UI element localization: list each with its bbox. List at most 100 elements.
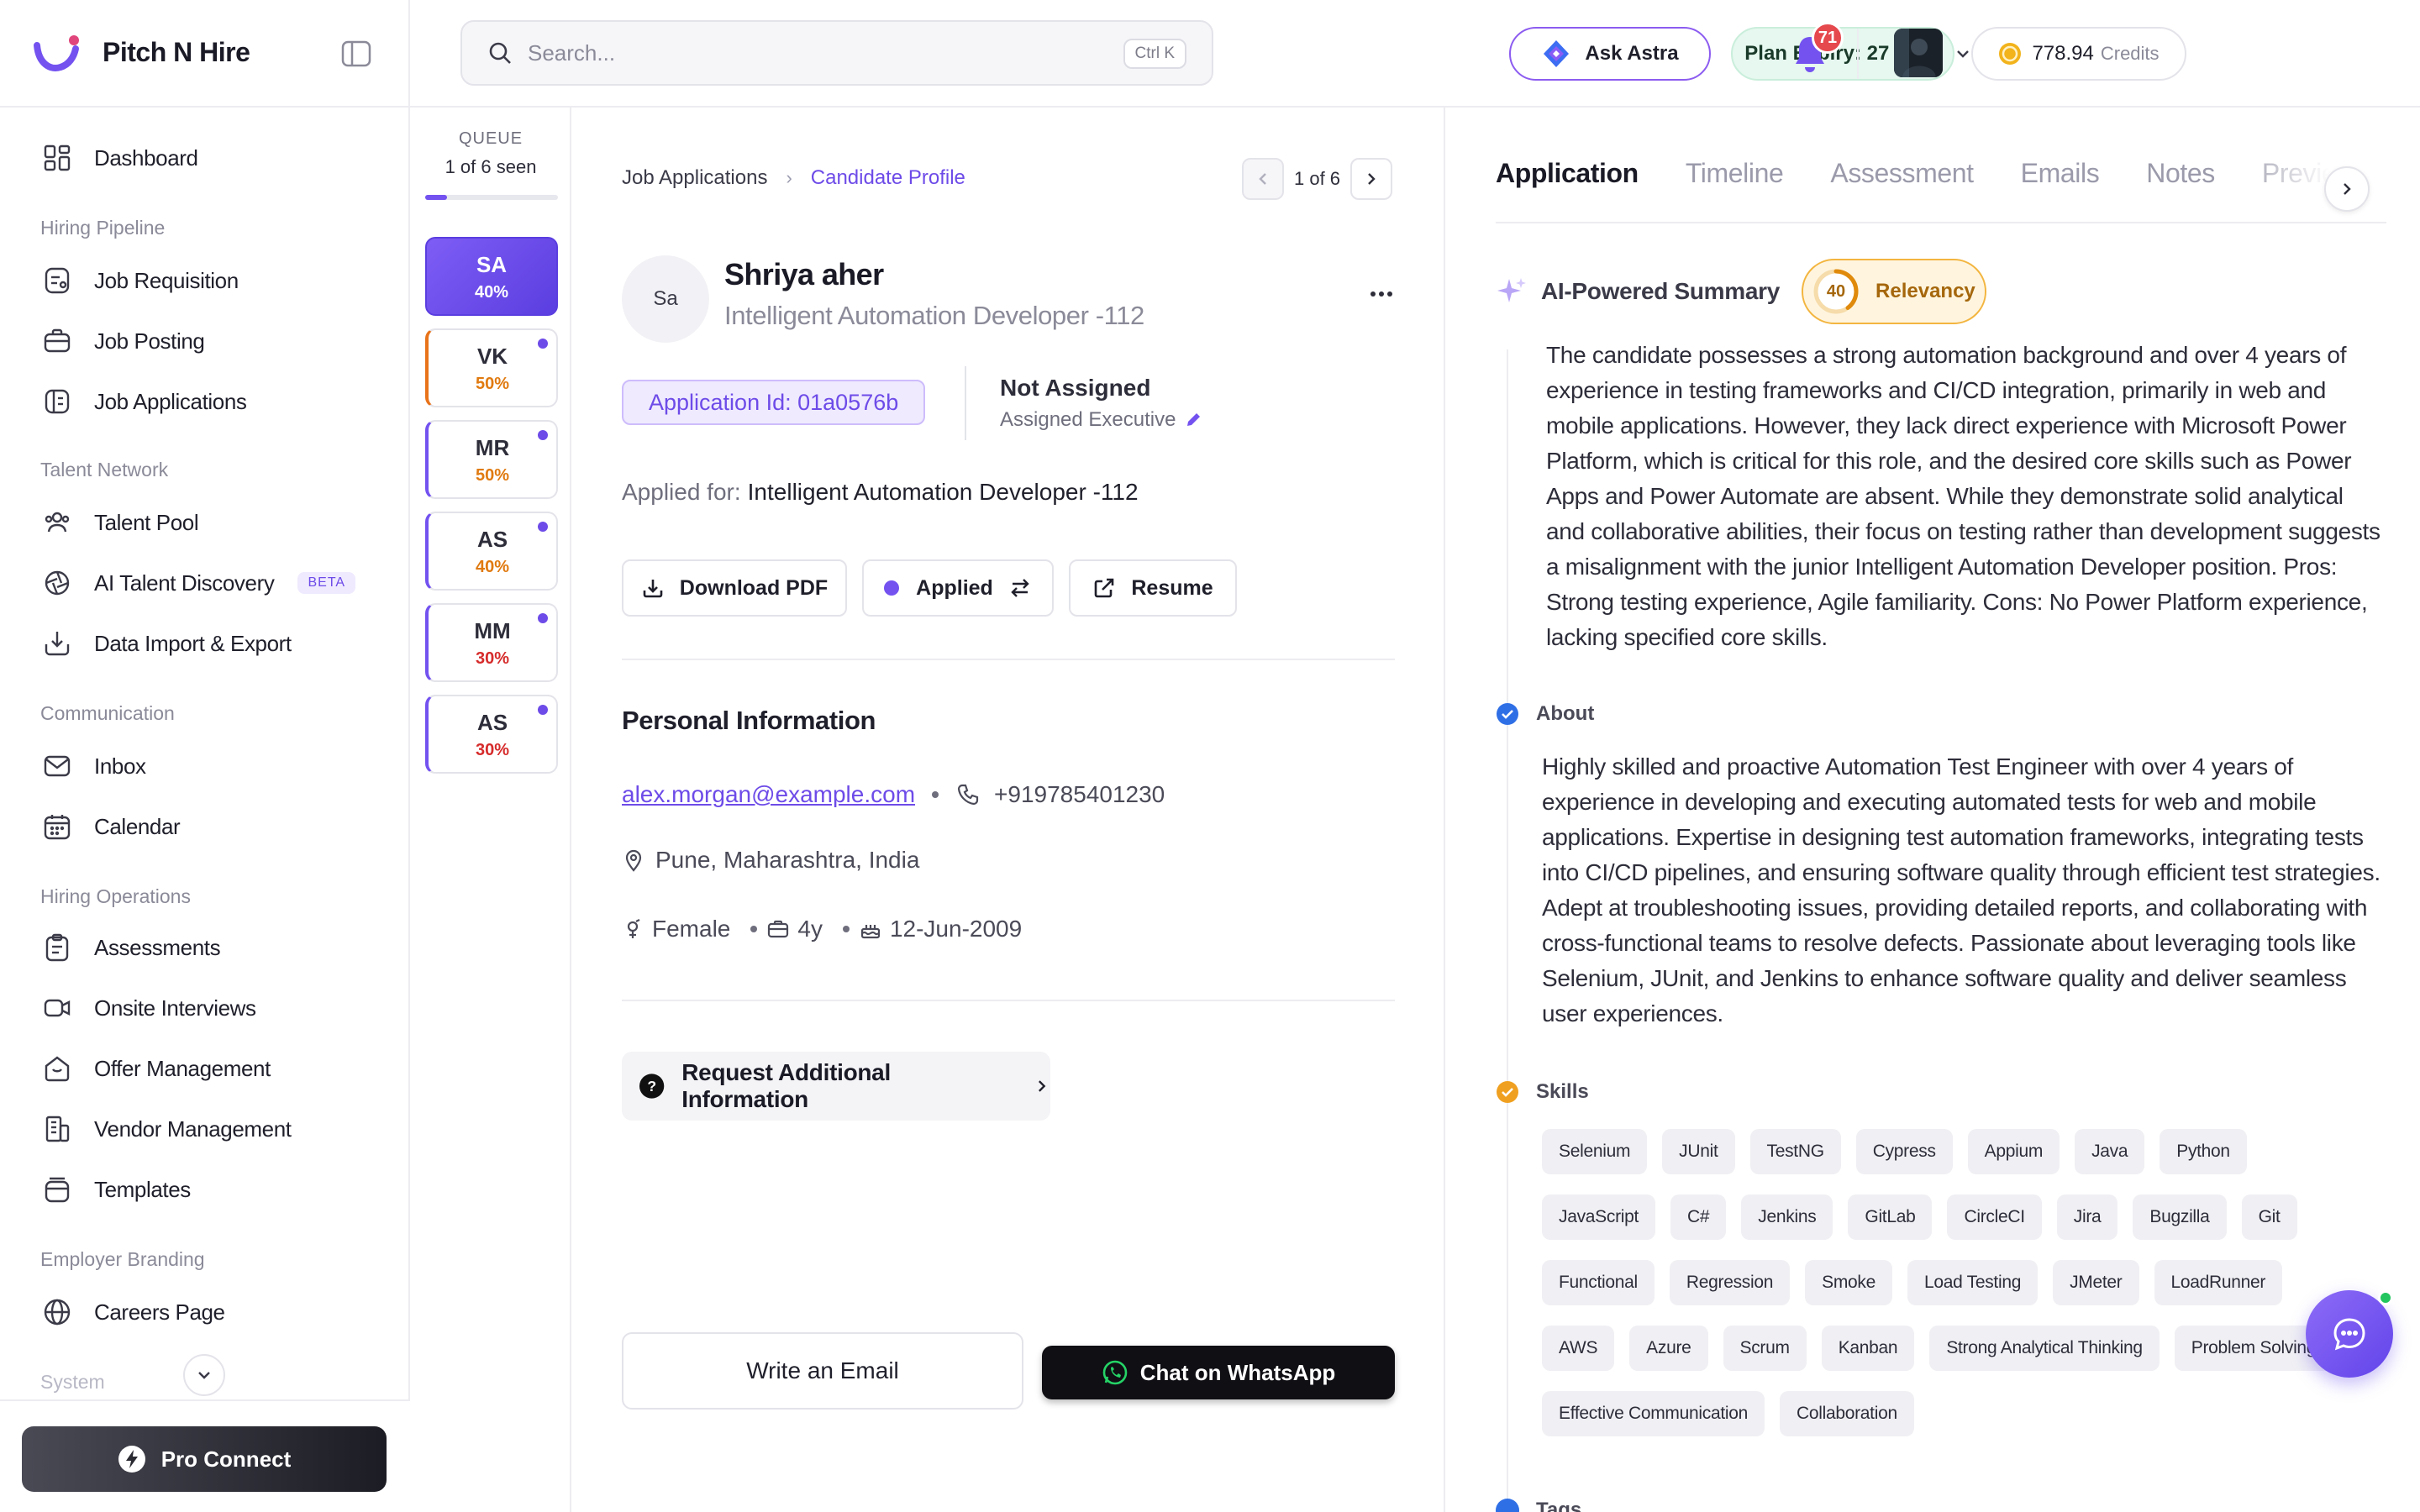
chevron-down-icon[interactable] xyxy=(1954,45,1971,62)
sidebar-item-vendor-management[interactable]: Vendor Management xyxy=(40,1109,292,1149)
sidebar-item-job-posting[interactable]: Job Posting xyxy=(40,321,205,361)
skill-chip: C# xyxy=(1670,1194,1727,1240)
pencil-icon[interactable] xyxy=(1184,411,1202,429)
notification-count-badge: 71 xyxy=(1812,22,1844,54)
queue-item[interactable]: MR 50% xyxy=(425,420,558,499)
unread-dot xyxy=(538,430,548,440)
sidebar-item-calendar[interactable]: Calendar xyxy=(40,806,181,847)
relevancy-label: Relevancy xyxy=(1876,280,1975,302)
tab-timeline[interactable]: Timeline xyxy=(1686,158,1784,223)
skill-chip: Effective Communication xyxy=(1542,1391,1765,1436)
skills-header: Skills xyxy=(1496,1080,1589,1104)
user-avatar[interactable] xyxy=(1894,29,1943,77)
sidebar-item-label: Job Requisition xyxy=(94,267,239,293)
queue-item[interactable]: AS 40% xyxy=(425,512,558,591)
breadcrumb-parent-link[interactable]: Job Applications xyxy=(622,166,767,190)
applied-for: Applied for: Intelligent Automation Devel… xyxy=(622,479,1139,506)
sidebar-item-onsite-interviews[interactable]: Onsite Interviews xyxy=(40,988,256,1028)
beta-badge: BETA xyxy=(297,572,356,594)
ai-summary-title: AI-Powered Summary xyxy=(1541,278,1781,304)
queue-item-score: 30% xyxy=(475,649,510,668)
queue-item[interactable]: SA 40% xyxy=(425,237,558,316)
sidebar-item-job-requisition[interactable]: Job Requisition xyxy=(40,260,239,301)
section-communication: Communication xyxy=(40,702,175,724)
skill-chip: JavaScript xyxy=(1542,1194,1656,1240)
whatsapp-chat-button[interactable]: Chat on WhatsApp xyxy=(1042,1346,1395,1399)
resume-button[interactable]: Resume xyxy=(1069,559,1237,617)
application-details-panel: Application Timeline Assessment Emails Notes… xyxy=(1445,108,2420,1512)
sidebar-item-offer-management[interactable]: Offer Management xyxy=(40,1048,271,1089)
search-icon xyxy=(489,42,511,64)
import-icon xyxy=(40,627,74,660)
queue-item-initials: MR xyxy=(475,435,510,460)
queue-item-score: 40% xyxy=(474,283,509,302)
search-input[interactable] xyxy=(528,39,1099,66)
sidebar-item-inbox[interactable]: Inbox xyxy=(40,746,146,786)
breadcrumb-current: Candidate Profile xyxy=(810,166,965,189)
queue-item[interactable]: AS 30% xyxy=(425,695,558,774)
application-id-badge[interactable]: Application Id: 01a0576b xyxy=(622,380,926,425)
tabs-scroll-right-button[interactable] xyxy=(2324,166,2370,212)
sidebar-item-templates[interactable]: Templates xyxy=(40,1169,191,1210)
skill-chip: Python xyxy=(2160,1129,2247,1174)
skill-chip: Java xyxy=(2075,1129,2145,1174)
sidebar-item-label: Calendar xyxy=(94,813,181,839)
download-pdf-button[interactable]: Download PDF xyxy=(622,559,847,617)
sparkle-icon xyxy=(1497,278,1526,302)
pager-text: 1 of 6 xyxy=(1294,168,1341,189)
sidebar-item-job-applications[interactable]: Job Applications xyxy=(40,381,247,422)
contact-row: alex.morgan@example.com +919785401230 xyxy=(622,778,1165,811)
mail-icon xyxy=(40,749,74,783)
chevron-left-icon xyxy=(1259,173,1266,185)
skill-chip: Strong Analytical Thinking xyxy=(1929,1326,2160,1371)
queue-item-initials: VK xyxy=(476,344,508,369)
application-status-button[interactable]: Applied xyxy=(862,559,1054,617)
sidebar-item-assessments[interactable]: Assessments xyxy=(40,927,221,968)
dob-text: 12-Jun-2009 xyxy=(889,916,1023,942)
credits-badge[interactable]: 778.94 Credits xyxy=(1971,27,2186,81)
top-bar: Ctrl K Ask Astra Plan Expiry: 27 days 77… xyxy=(410,0,2420,108)
more-options-icon[interactable] xyxy=(1366,279,1397,309)
sidebar-item-label: Dashboard xyxy=(94,144,198,171)
sidebar-expand-button[interactable] xyxy=(183,1354,225,1396)
write-email-button[interactable]: Write an Email xyxy=(622,1332,1023,1410)
sidebar-item-label: Talent Pool xyxy=(94,509,199,535)
sidebar-footer: Pro Connect xyxy=(0,1399,410,1512)
section-hiring-operations: Hiring Operations xyxy=(40,885,191,907)
sidebar-item-ai-talent-discovery[interactable]: AI Talent Discovery BETA xyxy=(40,563,356,603)
credits-value: 778.94 xyxy=(2032,42,2094,65)
sidebar-item-label: AI Talent Discovery xyxy=(94,570,275,596)
skills-list: Selenium JUnit TestNG Cypress Appium Java Pyth… xyxy=(1542,1129,2382,1457)
tab-application[interactable]: Application xyxy=(1496,158,1639,223)
pro-connect-button[interactable]: Pro Connect xyxy=(22,1426,387,1492)
pitch-n-hire-logo-icon[interactable] xyxy=(32,34,81,76)
sidebar-item-careers-page[interactable]: Careers Page xyxy=(40,1292,225,1332)
timeline-rail xyxy=(1507,349,1508,1512)
sidebar-item-talent-pool[interactable]: Talent Pool xyxy=(40,502,199,543)
applications-icon xyxy=(40,385,74,418)
tab-notes[interactable]: Notes xyxy=(2146,158,2215,223)
previous-candidate-button[interactable] xyxy=(1242,158,1284,200)
queue-item[interactable]: MM 30% xyxy=(425,603,558,682)
assigned-executive[interactable]: Assigned Executive xyxy=(1000,408,1202,432)
queue-item[interactable]: VK 50% xyxy=(425,328,558,407)
download-icon xyxy=(643,580,663,598)
sidebar-item-dashboard[interactable]: Dashboard xyxy=(40,138,198,178)
next-candidate-button[interactable] xyxy=(1350,158,1393,200)
requisition-icon xyxy=(40,264,74,297)
lightning-icon xyxy=(118,1446,145,1473)
location-row: Pune, Maharashtra, India xyxy=(622,847,919,874)
ask-astra-button[interactable]: Ask Astra xyxy=(1509,27,1711,81)
phone-number[interactable]: +919785401230 xyxy=(994,781,1165,808)
tab-emails[interactable]: Emails xyxy=(2021,158,2100,223)
tab-assessment[interactable]: Assessment xyxy=(1830,158,1974,223)
sidebar-toggle-icon[interactable] xyxy=(341,40,371,67)
about-title: About xyxy=(1536,702,1595,725)
request-info-button[interactable]: ? Request Additional Information xyxy=(622,1052,1050,1121)
search-box[interactable]: Ctrl K xyxy=(460,20,1213,86)
status-label: Applied xyxy=(916,575,993,600)
unread-dot xyxy=(538,522,548,532)
email-link[interactable]: alex.morgan@example.com xyxy=(622,781,915,808)
unread-dot xyxy=(538,339,548,349)
sidebar-item-data-import-export[interactable]: Data Import & Export xyxy=(40,623,292,664)
